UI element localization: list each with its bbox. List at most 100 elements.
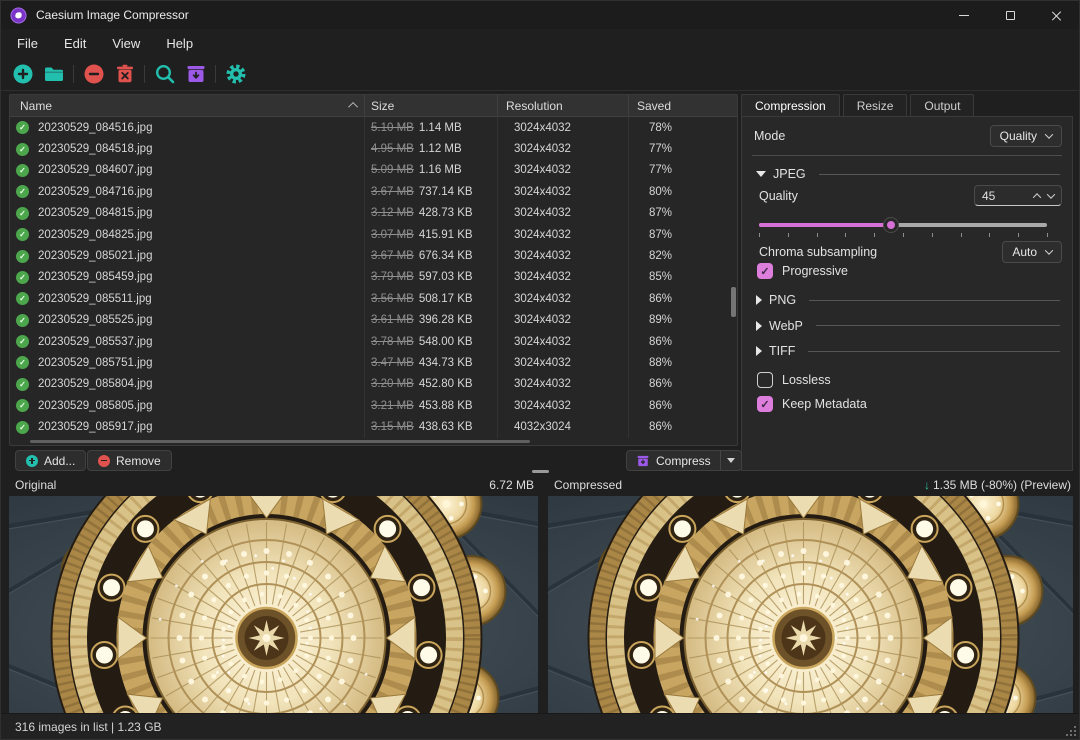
- progressive-checkbox-row[interactable]: Progressive: [757, 263, 848, 279]
- original-file-size: 3.15 MB: [371, 421, 414, 433]
- slider-tick: [788, 233, 789, 237]
- settings-tabs: CompressionResizeOutput: [741, 94, 977, 117]
- table-row[interactable]: 20230529_084716.jpg3.67 MB737.14 KB3024x…: [10, 181, 737, 202]
- keep-metadata-checkbox-row[interactable]: Keep Metadata: [757, 396, 867, 412]
- jpeg-section-header[interactable]: JPEG: [756, 167, 1060, 181]
- open-folder-icon[interactable]: [40, 61, 67, 87]
- new-file-size: 396.28 KB: [419, 314, 473, 326]
- table-row[interactable]: 20230529_084518.jpg4.95 MB1.12 MB3024x40…: [10, 138, 737, 159]
- file-table-body: 20230529_084516.jpg5.10 MB1.14 MB3024x40…: [10, 117, 737, 438]
- cell-name: 20230529_085511.jpg: [10, 288, 365, 309]
- new-file-size: 415.91 KB: [419, 229, 473, 241]
- toolbar-separator: [144, 65, 145, 83]
- add-files-icon[interactable]: [9, 61, 36, 87]
- cell-size: 3.47 MB434.73 KB: [365, 352, 498, 373]
- original-file-size: 3.47 MB: [371, 357, 414, 369]
- tab-compression[interactable]: Compression: [741, 94, 840, 117]
- mode-dropdown[interactable]: Quality: [990, 125, 1062, 147]
- compress-options-dropdown[interactable]: [720, 451, 741, 470]
- webp-section-header[interactable]: WebP: [756, 319, 1060, 333]
- table-row[interactable]: 20230529_084607.jpg5.09 MB1.16 MB3024x40…: [10, 160, 737, 181]
- new-file-size: 508.17 KB: [419, 293, 473, 305]
- slider-thumb[interactable]: [884, 218, 898, 232]
- compress-button[interactable]: Compress: [627, 451, 720, 470]
- quality-slider[interactable]: [759, 217, 1047, 231]
- tab-output[interactable]: Output: [910, 94, 974, 116]
- compressed-check-icon: [16, 314, 29, 327]
- progressive-checkbox[interactable]: [757, 263, 773, 279]
- sort-ascending-icon: [348, 102, 358, 112]
- tiff-section-header[interactable]: TIFF: [756, 344, 1060, 358]
- original-preview-image[interactable]: [9, 496, 538, 713]
- lossless-checkbox[interactable]: [757, 372, 773, 388]
- remove-button[interactable]: Remove: [87, 450, 172, 471]
- compressed-check-icon: [16, 378, 29, 391]
- table-row[interactable]: 20230529_085804.jpg3.20 MB452.80 KB3024x…: [10, 374, 737, 395]
- settings-gear-icon[interactable]: [222, 61, 249, 87]
- compressed-check-icon: [16, 399, 29, 412]
- resize-grip-icon[interactable]: [1064, 724, 1076, 736]
- keep-metadata-checkbox[interactable]: [757, 396, 773, 412]
- table-row[interactable]: 20230529_085511.jpg3.56 MB508.17 KB3024x…: [10, 288, 737, 309]
- column-header-size[interactable]: Size: [365, 95, 498, 116]
- cell-resolution: 3024x4032: [498, 331, 629, 352]
- section-line: [816, 325, 1060, 326]
- slider-fill: [759, 223, 891, 227]
- table-vertical-scrollbar[interactable]: [731, 118, 736, 443]
- cell-name: 20230529_084607.jpg: [10, 160, 365, 181]
- minimize-button[interactable]: [941, 1, 987, 29]
- tab-resize[interactable]: Resize: [843, 94, 908, 116]
- file-name: 20230529_085525.jpg: [38, 314, 152, 326]
- table-row[interactable]: 20230529_085805.jpg3.21 MB453.88 KB3024x…: [10, 395, 737, 416]
- lossless-checkbox-row[interactable]: Lossless: [757, 372, 831, 388]
- column-header-saved[interactable]: Saved: [629, 95, 737, 116]
- close-button[interactable]: [1033, 1, 1079, 29]
- new-file-size: 1.12 MB: [419, 143, 462, 155]
- column-label-name: Name: [20, 99, 52, 113]
- table-row[interactable]: 20230529_084815.jpg3.12 MB428.73 KB3024x…: [10, 203, 737, 224]
- preview-search-icon[interactable]: [151, 61, 178, 87]
- column-header-name[interactable]: Name: [10, 95, 365, 116]
- menu-item-edit[interactable]: Edit: [64, 36, 86, 51]
- table-row[interactable]: 20230529_085021.jpg3.67 MB676.34 KB3024x…: [10, 245, 737, 266]
- compress-icon[interactable]: [182, 61, 209, 87]
- menu-item-help[interactable]: Help: [166, 36, 193, 51]
- clear-list-icon[interactable]: [111, 61, 138, 87]
- spin-up-icon[interactable]: [1033, 193, 1041, 201]
- png-section-header[interactable]: PNG: [756, 293, 1060, 307]
- window-title: Caesium Image Compressor: [36, 8, 189, 22]
- compressed-check-icon: [16, 421, 29, 434]
- table-row[interactable]: 20230529_084825.jpg3.07 MB415.91 KB3024x…: [10, 224, 737, 245]
- file-name: 20230529_084518.jpg: [38, 143, 152, 155]
- cell-resolution: 3024x4032: [498, 395, 629, 416]
- chroma-dropdown[interactable]: Auto: [1002, 241, 1062, 263]
- cell-size: 3.67 MB676.34 KB: [365, 245, 498, 266]
- table-row[interactable]: 20230529_085459.jpg3.79 MB597.03 KB3024x…: [10, 267, 737, 288]
- table-row[interactable]: 20230529_085537.jpg3.78 MB548.00 KB3024x…: [10, 331, 737, 352]
- remove-file-icon[interactable]: [80, 61, 107, 87]
- quality-spinbox[interactable]: 45: [974, 185, 1062, 206]
- app-logo-icon: [10, 7, 27, 24]
- table-row[interactable]: 20230529_085751.jpg 3.47 MB434.73 KB3024x…: [10, 352, 737, 373]
- table-row[interactable]: 20230529_085917.jpg3.15 MB438.63 KB4032x…: [10, 416, 737, 437]
- compressed-preview-image[interactable]: [548, 496, 1073, 713]
- cell-size: 3.07 MB415.91 KB: [365, 224, 498, 245]
- cell-resolution: 3024x4032: [498, 352, 629, 373]
- section-line: [808, 351, 1060, 352]
- maximize-button[interactable]: [987, 1, 1033, 29]
- scrollbar-thumb[interactable]: [731, 287, 736, 317]
- splitter-handle[interactable]: [532, 470, 549, 473]
- spin-down-icon[interactable]: [1047, 190, 1055, 198]
- table-row[interactable]: 20230529_085525.jpg3.61 MB396.28 KB3024x…: [10, 310, 737, 331]
- table-row[interactable]: 20230529_084516.jpg5.10 MB1.14 MB3024x40…: [10, 117, 737, 138]
- menu-item-file[interactable]: File: [17, 36, 38, 51]
- menu-item-view[interactable]: View: [112, 36, 140, 51]
- compress-button-group: Compress: [626, 450, 742, 471]
- table-horizontal-scrollbar[interactable]: [30, 440, 530, 443]
- cell-name: 20230529_084516.jpg: [10, 117, 365, 138]
- add-button[interactable]: Add...: [15, 450, 86, 471]
- original-file-size: 4.95 MB: [371, 143, 414, 155]
- lossless-label: Lossless: [782, 373, 831, 387]
- column-header-resolution[interactable]: Resolution: [498, 95, 629, 116]
- file-name: 20230529_085751.jpg: [38, 357, 152, 369]
